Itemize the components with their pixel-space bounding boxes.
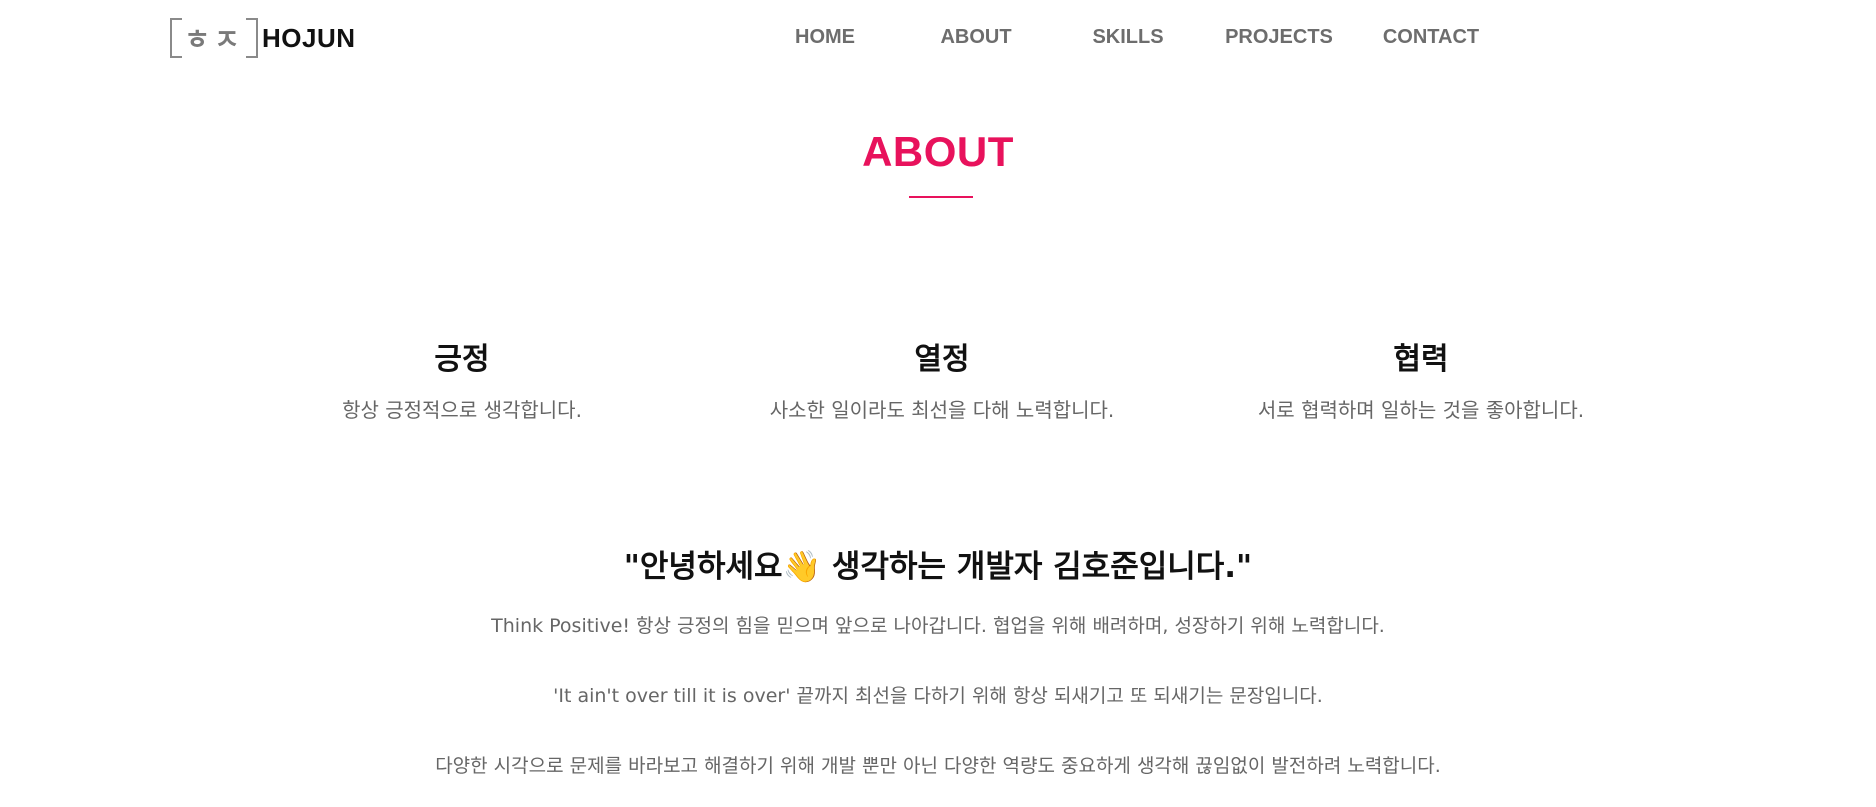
intro-heading-rest: 생각하는 개발자 김호준입니다." (821, 549, 1253, 585)
waving-hand-icon: 👋 (782, 549, 822, 585)
nav-home[interactable]: HOME (795, 26, 855, 49)
intro-paragraph: 'It ain't over till it is over' 끝까지 최선을 … (553, 685, 1323, 707)
value-card-cooperation: 협력 서로 협력하며 일하는 것을 좋아합니다. (1201, 338, 1641, 424)
nav-about[interactable]: ABOUT (940, 26, 1011, 49)
intro-heading: "안녕하세요👋 생각하는 개발자 김호준입니다." (0, 545, 1876, 589)
nav-contact[interactable]: CONTACT (1383, 26, 1479, 49)
value-description: 항상 긍정적으로 생각합니다. (342, 398, 582, 422)
site-header: ㅎㅈ HOJUN HOME ABOUT SKILLS PROJECTS CONT… (0, 0, 1876, 78)
section-title: ABOUT (862, 128, 1014, 175)
intro-heading-greeting: "안녕하세요 (623, 549, 783, 585)
value-card-passion: 열정 사소한 일이라도 최선을 다해 노력합니다. (722, 338, 1162, 424)
intro-paragraph: Think Positive! 항상 긍정의 힘을 믿으며 앞으로 나아갑니다.… (491, 615, 1385, 637)
value-description: 서로 협력하며 일하는 것을 좋아합니다. (1257, 398, 1585, 422)
nav-skills[interactable]: SKILLS (1092, 26, 1163, 49)
value-card-positive: 긍정 항상 긍정적으로 생각합니다. (242, 338, 682, 424)
title-underline (909, 196, 973, 198)
main-nav: HOME ABOUT SKILLS PROJECTS CONTACT (0, 26, 1876, 52)
value-title: 협력 (1393, 342, 1449, 377)
value-title: 긍정 (434, 342, 490, 377)
intro-paragraph: 다양한 시각으로 문제를 바라보고 해결하기 위해 개발 뿐만 아닌 다양한 역… (435, 755, 1441, 777)
value-title: 열정 (914, 342, 970, 377)
nav-projects[interactable]: PROJECTS (1225, 26, 1333, 49)
value-description: 사소한 일이라도 최선을 다해 노력합니다. (769, 398, 1115, 422)
